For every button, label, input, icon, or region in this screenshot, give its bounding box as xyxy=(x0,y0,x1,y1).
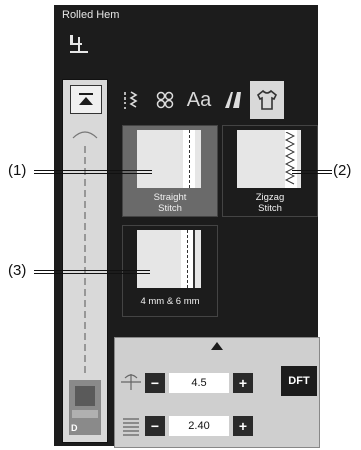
straight-stitch-graphic xyxy=(137,130,201,188)
hem-stitch-graphic xyxy=(137,230,201,288)
callout-3: (3) xyxy=(8,262,27,279)
width-value: 4.5 xyxy=(169,373,229,393)
presser-foot-image: D xyxy=(69,380,101,435)
scroll-top-button[interactable] xyxy=(70,85,102,114)
stitch-width-stepper: − 4.5 + xyxy=(145,372,253,394)
stitch-label-line1: 4 mm & 6 mm xyxy=(140,296,200,307)
zigzag-stitch-graphic xyxy=(237,130,301,188)
tab-quilt[interactable] xyxy=(216,81,250,119)
stitch-preview-line-icon xyxy=(72,131,98,373)
alphabet-label: Aa xyxy=(186,88,212,111)
stitch-label-line2: Stitch xyxy=(258,203,282,214)
stitch-label-line1: Zigzag xyxy=(255,192,285,203)
stitch-length-icon xyxy=(123,418,139,436)
arrow-up-to-top-icon xyxy=(79,92,93,105)
width-minus-button[interactable]: − xyxy=(145,373,165,393)
tab-decorative-stitch[interactable] xyxy=(148,81,182,119)
length-minus-button[interactable]: − xyxy=(145,416,165,436)
callout-1-leader xyxy=(34,170,152,174)
callout-2: (2) xyxy=(333,162,352,179)
utility-stitch-icon xyxy=(124,91,138,109)
stitch-label-line1: Straight xyxy=(153,192,187,203)
callout-1: (1) xyxy=(8,162,27,179)
length-plus-button[interactable]: + xyxy=(233,416,253,436)
callout-2-leader xyxy=(292,170,332,174)
screen-title: Rolled Hem xyxy=(62,9,120,21)
decorative-stitch-icon xyxy=(156,91,174,109)
needle-position-icon[interactable] xyxy=(68,33,90,55)
stitch-width-icon xyxy=(121,374,141,390)
stitch-label-line2: Stitch xyxy=(158,203,182,214)
length-value: 2.40 xyxy=(169,416,229,436)
presser-foot-label: D xyxy=(71,423,78,433)
sewing-machine-screen: Rolled Hem D Aa Straight Stitch Zigzag S… xyxy=(54,5,320,448)
garment-icon xyxy=(256,89,278,110)
stitch-length-stepper: − 2.40 + xyxy=(145,415,253,437)
tab-utility-stitch[interactable] xyxy=(114,81,148,119)
default-button[interactable]: DFT xyxy=(281,366,317,396)
tab-alphabet[interactable]: Aa xyxy=(182,81,216,119)
quilt-icon xyxy=(225,92,241,108)
callout-3-leader xyxy=(34,270,150,274)
stitch-preview-panel: D xyxy=(62,79,108,443)
width-plus-button[interactable]: + xyxy=(233,373,253,393)
expand-up-arrow-icon[interactable] xyxy=(211,342,223,350)
tab-garment[interactable] xyxy=(250,81,284,119)
stitch-settings-panel: − 4.5 + DFT − 2.40 + xyxy=(114,337,320,448)
stitch-category-tabs: Aa xyxy=(114,81,316,119)
